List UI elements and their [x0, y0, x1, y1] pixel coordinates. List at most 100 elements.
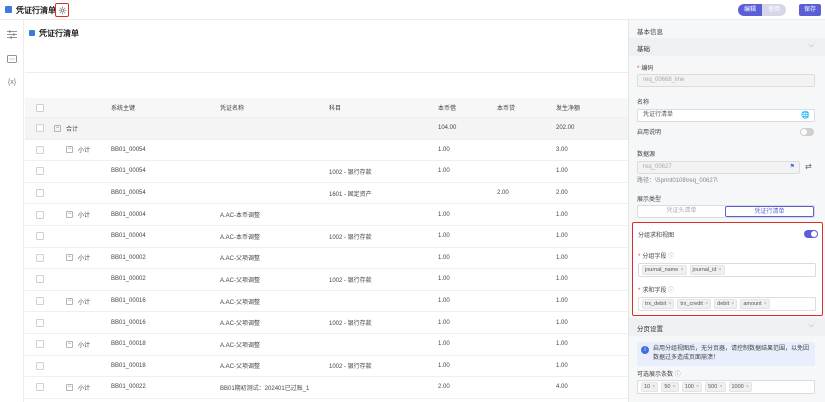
table-row[interactable]: BB01_00054 1002 - 银行存款 1.00 1.00 [25, 161, 628, 183]
section-basic-label: 基础 [637, 46, 650, 53]
col-header[interactable]: 凭证名称 [220, 98, 244, 117]
row-label: 小计 [78, 148, 91, 155]
collapse-toggle[interactable]: − [66, 211, 73, 219]
name-cell: A.AC-父项调整 [220, 299, 261, 306]
col-header[interactable]: 本币贷 [497, 98, 515, 117]
debit-cell: 1.00 [438, 319, 450, 326]
collapse-toggle[interactable]: − [66, 254, 73, 262]
tag[interactable]: 100 × [681, 382, 703, 392]
collapse-toggle[interactable]: − [66, 146, 73, 154]
table-row[interactable]: − 小计 BB01_00004 A.AC-本币调整 1.00 1.00 [25, 204, 628, 226]
col-header[interactable]: 本币借 [438, 98, 456, 117]
tag[interactable]: journal_id × [689, 265, 725, 275]
table-row[interactable]: BB01_00016 A.AC-父项调整 1002 - 银行存款 1.00 1.00 [25, 312, 628, 334]
table-row[interactable]: − 小计 BB01_00022 BB01期初测试：202401已过账_1 2.00 4.0… [25, 377, 628, 399]
row-checkbox[interactable] [36, 167, 44, 176]
table-row[interactable]: − 小计 BB01_00016 A.AC-父项调整 1.00 1.00 [25, 291, 628, 313]
group-sum-switch[interactable] [804, 230, 818, 238]
row-checkbox[interactable] [36, 145, 44, 154]
page-size-select[interactable]: 10 × 50 × 100 × 500 × 1000 × [637, 380, 815, 394]
mode-use-tab[interactable]: 使用 [762, 4, 787, 16]
row-checkbox[interactable] [36, 210, 44, 219]
sliders-icon[interactable] [6, 28, 18, 40]
key-cell: BB01_00054 [111, 190, 146, 197]
row-checkbox[interactable] [36, 383, 44, 392]
subject-cell: 1002 - 银行存款 [329, 321, 372, 328]
collapse-toggle[interactable]: − [66, 340, 73, 348]
tag[interactable]: trx_debit × [642, 299, 675, 309]
table-row[interactable]: BB01_00054 1601 - 固定资产 2.00 2.00 [25, 183, 628, 205]
net-cell: 4.00 [556, 384, 568, 391]
key-cell: BB01_00016 [111, 319, 146, 326]
row-label: 小计 [78, 213, 91, 220]
net-cell: 1.00 [556, 276, 568, 283]
net-cell: 1.00 [556, 362, 568, 369]
select-all-checkbox[interactable] [36, 103, 44, 112]
text-field-icon[interactable] [6, 53, 18, 65]
sum-field-select[interactable]: trx_debit × trx_credit × debit × amount × [638, 297, 816, 311]
gear-icon [58, 6, 66, 14]
settings-button[interactable] [55, 3, 69, 17]
group-sum-settings: 分组求和视图 * 分组字段 ⓘ journal_name × journal_id ×… [632, 222, 823, 316]
save-button[interactable]: 保存 [799, 4, 821, 16]
variable-icon[interactable]: {x} [6, 76, 18, 88]
tag[interactable]: 10 × [641, 382, 659, 392]
tag[interactable]: debit × [714, 299, 738, 309]
row-checkbox[interactable] [36, 297, 44, 306]
name-field[interactable]: 凭证行清单 🌐 [637, 109, 815, 122]
table-icon [29, 30, 35, 36]
debit-cell: 1.00 [438, 341, 450, 348]
section-basic[interactable]: 基础 ⌵ [629, 38, 825, 56]
display-option-line[interactable]: 凭证行清单 [725, 206, 814, 217]
name-cell: A.AC-父项调整 [220, 321, 261, 328]
tag[interactable]: 1000 × [728, 382, 752, 392]
mode-edit-tab[interactable]: 编辑 [738, 4, 763, 16]
info-alert: i 启用分组视图后，无分页器，请控制数据结果范围，以免因数据过多造成页面崩溃！ [637, 342, 815, 366]
collapse-toggle[interactable]: − [54, 124, 61, 132]
section-paging[interactable]: 分页设置 ⌵ [629, 318, 825, 336]
desc-toggle-label: 启用说明 [637, 130, 662, 136]
row-checkbox[interactable] [36, 361, 44, 370]
globe-icon[interactable]: 🌐 [801, 110, 810, 121]
group-field-select[interactable]: journal_name × journal_id × [638, 263, 816, 277]
tag[interactable]: journal_name × [642, 265, 687, 275]
net-cell: 1.00 [556, 341, 568, 348]
page-title: 凭证行清单 [16, 6, 56, 15]
table-row[interactable]: BB01_00002 A.AC-父项调整 1002 - 银行存款 1.00 1.00 [25, 269, 628, 291]
table-row[interactable]: − 小计 BB01_00054 1.00 3.00 [25, 140, 628, 162]
swap-icon[interactable]: ⇄ [805, 162, 812, 171]
flag-icon[interactable]: ⚑ [790, 162, 795, 173]
datasource-field[interactable]: req_00627 ⚑ [637, 161, 800, 174]
subject-cell: 1002 - 银行存款 [329, 234, 372, 241]
left-toolbar: {x} [0, 20, 24, 402]
code-field[interactable]: req_00668_line [637, 74, 815, 87]
tag[interactable]: 50 × [661, 382, 679, 392]
name-cell: A.AC-父项调整 [220, 277, 261, 284]
row-checkbox[interactable] [36, 340, 44, 349]
desc-switch[interactable] [800, 128, 814, 136]
row-checkbox[interactable] [36, 124, 44, 133]
display-option-header[interactable]: 凭证头清单 [638, 206, 725, 217]
row-checkbox[interactable] [36, 189, 44, 198]
row-checkbox[interactable] [36, 253, 44, 262]
top-bar: 凭证行清单 编辑 使用 保存 [0, 0, 825, 20]
row-label: 合计 [66, 126, 79, 133]
tag[interactable]: amount × [740, 299, 770, 309]
row-checkbox[interactable] [36, 275, 44, 284]
row-checkbox[interactable] [36, 318, 44, 327]
table-row[interactable]: BB01_00018 A.AC-父项调整 1002 - 银行存款 1.00 1.00 [25, 356, 628, 378]
display-type-switch[interactable]: 凭证头清单 凭证行清单 [637, 205, 815, 218]
col-header[interactable]: 科目 [329, 98, 341, 117]
mode-switch[interactable]: 编辑 使用 [738, 4, 787, 16]
collapse-toggle[interactable]: − [66, 383, 73, 391]
collapse-toggle[interactable]: − [66, 297, 73, 305]
debit-cell: 1.00 [438, 233, 450, 240]
table-row[interactable]: − 小计 BB01_00002 A.AC-父项调整 1.00 1.00 [25, 248, 628, 270]
col-header[interactable]: 系统主键 [111, 98, 135, 117]
table-row[interactable]: − 小计 BB01_00018 A.AC-父项调整 1.00 1.00 [25, 334, 628, 356]
tag[interactable]: trx_credit × [677, 299, 712, 309]
col-header[interactable]: 发生净额 [556, 98, 580, 117]
table-row[interactable]: BB01_00004 A.AC-本币调整 1002 - 银行存款 1.00 1.00 [25, 226, 628, 248]
row-checkbox[interactable] [36, 232, 44, 241]
tag[interactable]: 500 × [705, 382, 726, 392]
